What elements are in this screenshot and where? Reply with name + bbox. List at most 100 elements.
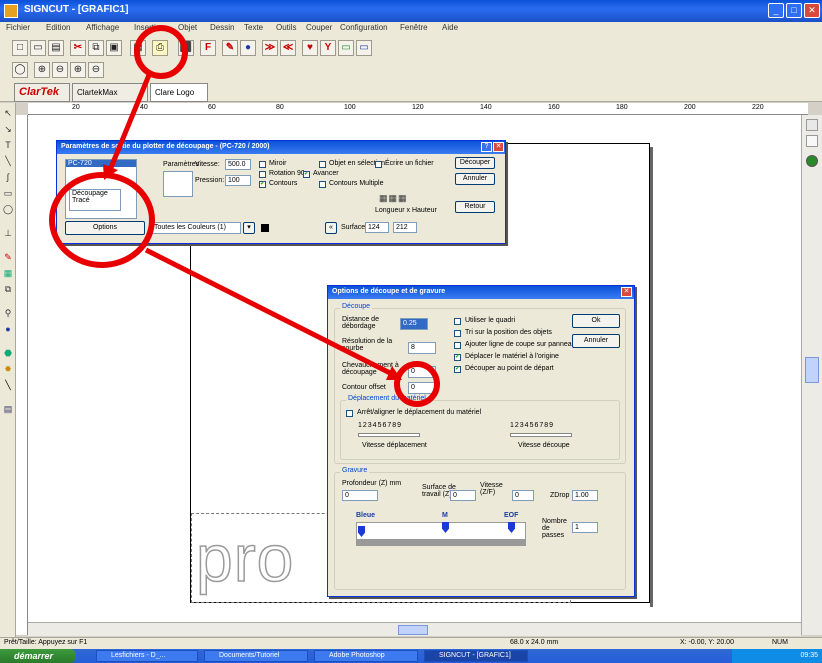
- prev-button[interactable]: «: [325, 222, 337, 234]
- zdrop-input[interactable]: 1.00: [572, 490, 598, 501]
- zoom-out-icon[interactable]: ⊖: [52, 62, 68, 78]
- curve-tool-icon[interactable]: ∫: [2, 171, 14, 184]
- mode-option[interactable]: Découpage: [70, 190, 120, 197]
- curve-resolution-input[interactable]: 8: [408, 342, 436, 354]
- speed-input[interactable]: 500.0: [225, 159, 251, 170]
- close-dialog-button[interactable]: ✕: [493, 142, 504, 152]
- menu-item[interactable]: Aide: [442, 23, 458, 32]
- tab-clartek-logo[interactable]: ClarTek: [14, 83, 70, 102]
- cancel-button[interactable]: Annuler: [572, 334, 620, 348]
- overlap-input[interactable]: 0: [408, 366, 436, 378]
- mirror-checkbox[interactable]: [259, 161, 266, 168]
- circle-icon[interactable]: ●: [240, 40, 256, 56]
- menu-item[interactable]: Objet: [178, 23, 197, 32]
- weed-tool-icon[interactable]: ⊥: [2, 227, 14, 240]
- engrave-slider-area[interactable]: [356, 522, 526, 540]
- move-origin-checkbox[interactable]: ✔: [454, 354, 461, 361]
- shape-tool-icon[interactable]: ▦: [2, 267, 14, 280]
- pen-icon[interactable]: ✎: [222, 40, 238, 56]
- zoom-in-icon[interactable]: ⊕: [34, 62, 50, 78]
- overcut-input[interactable]: 0.25: [400, 318, 428, 330]
- plotter-list-item[interactable]: PC-720: [66, 160, 136, 167]
- taskbar-item[interactable]: SIGNCUT - [GRAFIC1]: [424, 650, 528, 662]
- back-icon[interactable]: ≪: [280, 40, 296, 56]
- menu-item[interactable]: Insertion: [134, 23, 165, 32]
- ok-button[interactable]: Ok: [572, 314, 620, 328]
- cut-start-checkbox[interactable]: ✔: [454, 366, 461, 373]
- start-button[interactable]: démarrer: [0, 649, 76, 663]
- plotter-output-icon[interactable]: ⎙: [152, 40, 168, 56]
- forward-icon[interactable]: ≫: [262, 40, 278, 56]
- selection-checkbox[interactable]: [319, 161, 326, 168]
- zoom-tool-icon[interactable]: ⚲: [2, 307, 14, 320]
- heart-icon[interactable]: ♥: [302, 40, 318, 56]
- table-tool-icon[interactable]: ▤: [2, 403, 14, 416]
- pressure-input[interactable]: 100: [225, 175, 251, 186]
- green-circle-icon[interactable]: [806, 155, 818, 167]
- vertical-scrollbar[interactable]: [801, 115, 822, 635]
- y-icon[interactable]: Y: [320, 40, 336, 56]
- tab-clare-logo[interactable]: Clare Logo: [150, 83, 208, 102]
- menu-item[interactable]: Affichage: [86, 23, 119, 32]
- menu-item[interactable]: Fenêtre: [400, 23, 428, 32]
- mirror-tool-icon[interactable]: ⧉: [2, 283, 14, 296]
- font-icon[interactable]: F: [200, 40, 216, 56]
- select-tool-icon[interactable]: ↖: [2, 107, 14, 120]
- menu-item[interactable]: Edition: [46, 23, 70, 32]
- minimize-button[interactable]: _: [768, 3, 784, 18]
- taskbar-item[interactable]: Lesfichiers - D_...: [96, 650, 198, 662]
- grid-icon[interactable]: ▦: [130, 40, 146, 56]
- knife-tool-icon[interactable]: ✎: [2, 251, 14, 264]
- contour-offset-input[interactable]: 0: [408, 382, 436, 394]
- side-panel-icon[interactable]: [806, 119, 818, 131]
- close-button[interactable]: ✕: [804, 3, 820, 18]
- fill-icon[interactable]: ⬛: [178, 40, 194, 56]
- contours-checkbox[interactable]: ✔: [259, 181, 266, 188]
- cut-speed-slider[interactable]: [510, 433, 572, 437]
- menu-item[interactable]: Couper: [306, 23, 332, 32]
- zoom-page-icon[interactable]: ⊕: [70, 62, 86, 78]
- horizontal-scrollbar[interactable]: [28, 622, 801, 636]
- stop-align-checkbox[interactable]: [346, 410, 353, 417]
- help-button[interactable]: ?: [481, 142, 492, 152]
- advance-checkbox[interactable]: ✔: [303, 171, 310, 178]
- monitor-icon[interactable]: ▭: [356, 40, 372, 56]
- canvas-text-object[interactable]: pro: [195, 518, 294, 598]
- zoom-all-icon[interactable]: ⊖: [88, 62, 104, 78]
- star-tool-icon[interactable]: ✸: [2, 363, 14, 376]
- work-surface-input[interactable]: 0: [450, 490, 476, 501]
- taskbar-item[interactable]: Documents/Tutoriel: [204, 650, 308, 662]
- node-tool-icon[interactable]: ↘: [2, 123, 14, 136]
- color-tool-icon[interactable]: ●: [2, 323, 14, 336]
- menu-item[interactable]: Fichier: [6, 23, 30, 32]
- sort-objects-checkbox[interactable]: [454, 330, 461, 337]
- multi-contours-checkbox[interactable]: [319, 181, 326, 188]
- fill-tool-icon[interactable]: ⬣: [2, 347, 14, 360]
- cancel-button[interactable]: Annuler: [455, 173, 495, 185]
- write-file-checkbox[interactable]: [375, 161, 382, 168]
- mode-list[interactable]: Découpage Tracé: [69, 189, 121, 211]
- colors-dropdown-button[interactable]: ▾: [243, 222, 255, 234]
- horizontal-scroll-thumb[interactable]: [398, 625, 428, 635]
- return-button[interactable]: Retour: [455, 201, 495, 213]
- color-swatch-icon[interactable]: [806, 135, 818, 147]
- open-icon[interactable]: ▭: [30, 40, 46, 56]
- close-dialog-button[interactable]: ✕: [621, 287, 632, 297]
- layout-icon[interactable]: ▭: [338, 40, 354, 56]
- ellipse-tool-icon[interactable]: ◯: [2, 203, 14, 216]
- speed-z-input[interactable]: 0: [512, 490, 534, 501]
- passes-input[interactable]: 1: [572, 522, 598, 533]
- paste-icon[interactable]: ▣: [106, 40, 122, 56]
- menu-item[interactable]: Configuration: [340, 23, 388, 32]
- options-button[interactable]: Options: [65, 221, 145, 235]
- maximize-button[interactable]: □: [786, 3, 802, 18]
- alignment-icons[interactable]: ▦▦▦: [379, 193, 439, 205]
- save-icon[interactable]: ▤: [48, 40, 64, 56]
- rotation-checkbox[interactable]: [259, 171, 266, 178]
- vertical-scroll-thumb[interactable]: [805, 357, 819, 383]
- cut-button[interactable]: Découper: [455, 157, 495, 169]
- panel-cutline-checkbox[interactable]: [454, 342, 461, 349]
- taskbar-item[interactable]: Adobe Photoshop: [314, 650, 418, 662]
- menu-item[interactable]: Texte: [244, 23, 263, 32]
- zoom-fit-icon[interactable]: ◯: [12, 62, 28, 78]
